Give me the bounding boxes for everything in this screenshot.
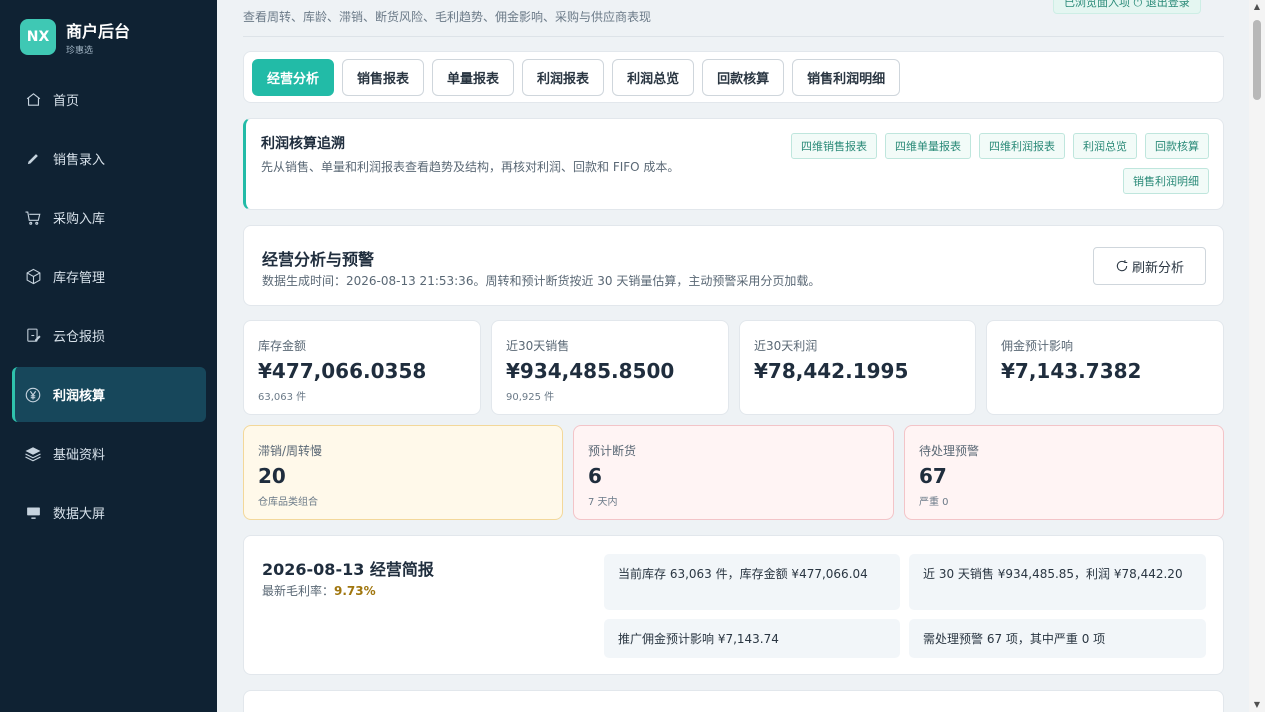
warn-label: 待处理预警 — [919, 444, 980, 458]
trace-description: 先从销售、单量和利润报表查看趋势及结构，再核对利润、回款和 FIFO 成本。 — [261, 160, 680, 174]
link-4d-sales-report[interactable]: 四维销售报表 — [791, 133, 877, 159]
brief-sales-profit: 近 30 天销售 ¥934,485.85，利润 ¥78,442.20 — [909, 554, 1206, 610]
tab-payment-reconcile[interactable]: 回款核算 — [702, 58, 785, 96]
brief-alerts: 需处理预警 67 项，其中严重 0 项 — [909, 619, 1206, 658]
analysis-header: 经营分析与预警 数据生成时间：2026-08-13 21:53:36。周转和预计… — [243, 225, 1224, 306]
trace-links: 四维销售报表 四维单量报表 四维利润报表 利润总览 回款核算 销售利润明细 — [769, 133, 1209, 203]
refresh-analysis-button[interactable]: 刷新分析 — [1093, 247, 1206, 285]
sidebar-item-label: 采购入库 — [53, 212, 106, 227]
refresh-label: 刷新分析 — [1131, 260, 1184, 276]
brand-title: 商户后台 — [66, 22, 131, 41]
warn-sub: 严重 0 — [919, 497, 949, 508]
margin-value: 9.73% — [334, 584, 376, 598]
sidebar-item-label: 首页 — [53, 94, 80, 109]
warn-value: 67 — [919, 464, 947, 488]
tab-sales-report[interactable]: 销售报表 — [342, 58, 425, 96]
stat-label: 近30天销售 — [506, 339, 570, 353]
sidebar-item-profit[interactable]: 利润核算 — [12, 367, 206, 422]
pencil-icon — [24, 150, 42, 168]
stat-commission-impact: 佣金预计影响 ¥7,143.7382 — [986, 320, 1224, 415]
tab-bar: 经营分析 销售报表 单量报表 利润报表 利润总览 回款核算 销售利润明细 — [243, 51, 1224, 103]
sidebar-item-label: 利润核算 — [53, 389, 106, 404]
brief-margin: 最新毛利率：9.73% — [262, 582, 376, 599]
sidebar-item-sales-entry[interactable]: 销售录入 — [12, 131, 206, 186]
scrollbar[interactable]: ▲ ▼ — [1249, 0, 1265, 712]
stat-inventory-amount: 库存金额 ¥477,066.0358 63,063 件 — [243, 320, 481, 415]
stat-value: ¥477,066.0358 — [258, 359, 427, 383]
stat-sub: 63,063 件 — [258, 392, 307, 403]
sidebar-item-label: 数据大屏 — [53, 507, 106, 522]
scroll-thumb[interactable] — [1253, 20, 1261, 100]
link-4d-order-report[interactable]: 四维单量报表 — [885, 133, 971, 159]
brief-inventory: 当前库存 63,063 件，库存金额 ¥477,066.04 — [604, 554, 900, 610]
warn-sub: 7 天内 — [588, 497, 618, 508]
sidebar-item-home[interactable]: 首页 — [12, 72, 206, 127]
warn-label: 预计断货 — [588, 444, 637, 458]
stat-label: 库存金额 — [258, 339, 307, 353]
home-icon — [24, 91, 42, 109]
link-profit-overview[interactable]: 利润总览 — [1073, 133, 1137, 159]
stat-label: 近30天利润 — [754, 339, 818, 353]
scroll-down-icon[interactable]: ▼ — [1252, 700, 1262, 710]
stat-sub: 90,925 件 — [506, 392, 555, 403]
stat-value: ¥78,442.1995 — [754, 359, 909, 383]
box-icon — [24, 268, 42, 286]
stat-30d-sales: 近30天销售 ¥934,485.8500 90,925 件 — [491, 320, 729, 415]
page-description: 查看周转、库龄、滞销、断货风险、毛利趋势、佣金影响、采购与供应商表现 — [243, 10, 652, 24]
sidebar-item-label: 库存管理 — [53, 271, 106, 286]
profit-trace-panel: 利润核算追溯 先从销售、单量和利润报表查看趋势及结构，再核对利润、回款和 FIF… — [243, 118, 1224, 210]
cart-icon — [24, 209, 42, 227]
sidebar-item-inventory[interactable]: 库存管理 — [12, 249, 206, 304]
link-payment-reconcile[interactable]: 回款核算 — [1145, 133, 1209, 159]
sidebar-item-label: 云仓报损 — [53, 330, 106, 345]
stat-label: 佣金预计影响 — [1001, 339, 1074, 353]
warn-pending-alerts: 待处理预警 67 严重 0 — [904, 425, 1224, 520]
sidebar-item-basic-data[interactable]: 基础资料 — [12, 426, 206, 481]
layers-icon — [24, 445, 42, 463]
analysis-subtitle: 数据生成时间：2026-08-13 21:53:36。周转和预计断货按近 30 … — [262, 274, 821, 288]
stat-value: ¥7,143.7382 — [1001, 359, 1142, 383]
logout-area[interactable]: 已浏览面入项 ⏻ 退出登录 — [1053, 0, 1201, 14]
link-sales-profit-detail[interactable]: 销售利润明细 — [1123, 168, 1209, 194]
brief-title: 2026-08-13 经营简报 — [262, 560, 434, 579]
tab-order-report[interactable]: 单量报表 — [432, 58, 515, 96]
sidebar-item-damage-report[interactable]: 云仓报损 — [12, 308, 206, 363]
divider — [243, 36, 1224, 37]
warn-stockout: 预计断货 6 7 天内 — [573, 425, 894, 520]
sidebar-nav: 首页 销售录入 采购入库 库存管理 云仓报损 利润核算 基础资料 数据大屏 — [12, 72, 206, 544]
analysis-title: 经营分析与预警 — [262, 250, 375, 269]
sidebar: NX 商户后台 珍惠选 首页 销售录入 采购入库 库存管理 云仓报损 利润核算 — [0, 0, 217, 712]
next-section — [243, 690, 1224, 712]
report-icon — [24, 327, 42, 345]
warn-value: 6 — [588, 464, 602, 488]
sidebar-item-label: 销售录入 — [53, 153, 106, 168]
tab-business-analysis[interactable]: 经营分析 — [252, 58, 335, 96]
warn-value: 20 — [258, 464, 286, 488]
brief-commission: 推广佣金预计影响 ¥7,143.74 — [604, 619, 900, 658]
brand-subtitle: 珍惠选 — [66, 46, 94, 56]
screen-icon — [24, 504, 42, 522]
stat-30d-profit: 近30天利润 ¥78,442.1995 — [739, 320, 976, 415]
daily-brief: 2026-08-13 经营简报 最新毛利率：9.73% 当前库存 63,063 … — [243, 535, 1224, 675]
brand: NX 商户后台 珍惠选 — [20, 18, 130, 56]
main-content: 查看周转、库龄、滞销、断货风险、毛利趋势、佣金影响、采购与供应商表现 已浏览面入… — [217, 0, 1249, 712]
tab-profit-overview[interactable]: 利润总览 — [612, 58, 695, 96]
link-4d-profit-report[interactable]: 四维利润报表 — [979, 133, 1065, 159]
brand-logo: NX — [20, 19, 56, 55]
refresh-icon — [1115, 259, 1129, 273]
scroll-up-icon[interactable]: ▲ — [1252, 2, 1262, 12]
margin-label: 最新毛利率： — [262, 584, 335, 598]
tab-profit-report[interactable]: 利润报表 — [522, 58, 605, 96]
sidebar-item-purchase[interactable]: 采购入库 — [12, 190, 206, 245]
tab-sales-profit-detail[interactable]: 销售利润明细 — [792, 58, 901, 96]
warn-label: 滞销/周转慢 — [258, 444, 323, 458]
sidebar-item-label: 基础资料 — [53, 448, 106, 463]
yen-icon — [24, 386, 42, 404]
warn-sub: 仓库品类组合 — [258, 497, 318, 508]
trace-title: 利润核算追溯 — [261, 136, 345, 152]
stat-value: ¥934,485.8500 — [506, 359, 675, 383]
warn-slow-moving: 滞销/周转慢 20 仓库品类组合 — [243, 425, 563, 520]
sidebar-item-dashboard[interactable]: 数据大屏 — [12, 485, 206, 540]
